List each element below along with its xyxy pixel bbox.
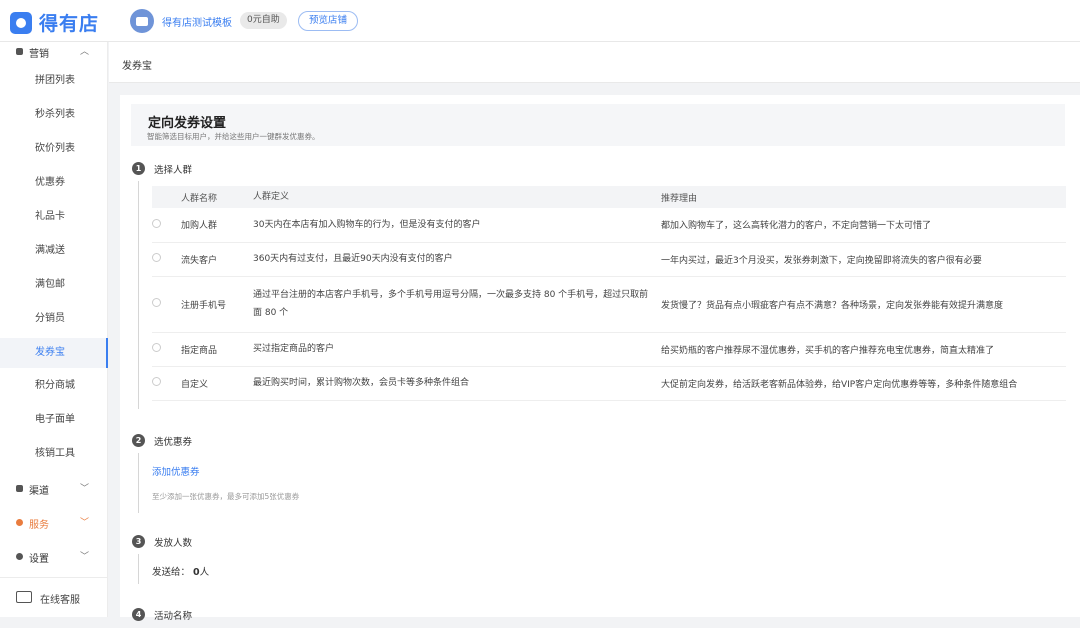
sidebar-item-free-shipping[interactable]: 满包邮 <box>0 272 108 298</box>
sidebar-group-label: 营销 <box>29 49 49 60</box>
table-header-select <box>152 186 178 208</box>
audience-radio[interactable] <box>152 377 161 386</box>
chevron-down-icon: ﹀ <box>80 484 90 494</box>
sidebar-item-flash-sale[interactable]: 秒杀列表 <box>0 102 108 128</box>
table-row[interactable]: 自定义 最近购买时间，累计购物次数，会员卡等多种条件组合 大促前定向发券，给活跃… <box>152 366 1066 401</box>
audience-definition: 买过指定商品的客户 <box>253 332 658 367</box>
table-row[interactable]: 指定商品 买过指定商品的客户 给买奶瓶的客户推荐尿不湿优惠券，买手机的客户推荐充… <box>152 332 1066 367</box>
step-2-label: 选优惠券 <box>154 437 193 448</box>
store-avatar[interactable] <box>130 9 154 33</box>
table-row[interactable]: 注册手机号 通过平台注册的本店客户手机号，多个手机号用逗号分隔，一次最多支持 8… <box>152 276 1066 333</box>
sidebar-item-group-buy[interactable]: 拼团列表 <box>0 68 108 94</box>
chat-icon <box>16 591 32 603</box>
breadcrumb: 发券宝 <box>122 61 152 72</box>
plan-badge: 0元自助 <box>240 12 287 29</box>
table-header-definition: 人群定义 <box>253 186 658 208</box>
audience-radio[interactable] <box>152 298 161 307</box>
table-row[interactable]: 流失客户 360天内有过支付，且最近90天内没有支付的客户 一年内买过，最近3个… <box>152 242 1066 277</box>
audience-reason: 大促前定向发券，给活跃老客新品体验券，给VIP客户定向优惠券等等，多种条件随意组… <box>658 366 1066 401</box>
sidebar-item-gift-card[interactable]: 礼品卡 <box>0 204 108 230</box>
heart-icon <box>16 519 23 526</box>
step-connector <box>138 181 139 409</box>
step-3-marker: 3 <box>132 535 152 555</box>
add-coupon-link[interactable]: 添加优惠券 <box>152 464 200 478</box>
audience-definition: 30天内在本店有加入购物车的行为，但是没有支付的客户 <box>253 208 658 243</box>
audience-definition: 通过平台注册的本店客户手机号，多个手机号用逗号分隔，一次最多支持 80 个手机号… <box>253 276 658 333</box>
audience-name: 注册手机号 <box>178 276 253 333</box>
send-prefix: 发送给： <box>152 567 191 578</box>
sidebar-item-verify-tool[interactable]: 核销工具 <box>0 441 108 467</box>
audience-definition: 360天内有过支付，且最近90天内没有支付的客户 <box>253 242 658 277</box>
online-support-button[interactable]: 在线客服 <box>0 577 108 617</box>
page-title: 定向发券设置 <box>148 116 227 131</box>
step-connector <box>138 453 139 513</box>
step-3-label: 发放人数 <box>154 538 193 549</box>
table-row[interactable]: 加购人群 30天内在本店有加入购物车的行为，但是没有支付的客户 都加入购物车了，… <box>152 208 1066 243</box>
panel-header: 定向发券设置 智能筛选目标用户，并给这些用户一键群发优惠券。 <box>131 104 1065 146</box>
table-header-row: 人群名称 人群定义 推荐理由 <box>152 186 1066 208</box>
coupon-hint: 至少添加一张优惠券，最多可添加5张优惠券 <box>152 492 300 501</box>
logo-text: 得有店 <box>39 13 100 35</box>
sidebar-group-settings[interactable]: 设置 ﹀ <box>0 547 108 567</box>
step-number: 1 <box>132 162 145 175</box>
gear-icon <box>16 553 23 560</box>
audience-table: 人群名称 人群定义 推荐理由 加购人群 30天内在本店有加入购物车的行为，但是没… <box>152 186 1066 401</box>
breadcrumb-bar: 发券宝 <box>109 42 1080 83</box>
chevron-down-icon: ﹀ <box>80 552 90 562</box>
sidebar-group-marketing[interactable]: 营销 ︿ <box>0 42 108 62</box>
online-support-label: 在线客服 <box>40 595 80 606</box>
audience-radio[interactable] <box>152 253 161 262</box>
sidebar-group-label: 服务 <box>29 520 49 531</box>
table-header-name: 人群名称 <box>178 186 253 208</box>
step-number: 4 <box>132 608 145 621</box>
table-header-reason: 推荐理由 <box>658 186 1066 208</box>
logo-icon <box>10 11 32 34</box>
audience-reason: 一年内买过，最近3个月没买，发张券刺激下，定向挽留即将流失的客户很有必要 <box>658 242 1066 277</box>
sidebar-item-bargain[interactable]: 砍价列表 <box>0 136 108 162</box>
step-4-label: 活动名称 <box>154 611 193 622</box>
step-number: 3 <box>132 535 145 548</box>
sidebar-item-e-waybill[interactable]: 电子面单 <box>0 407 108 433</box>
sidebar-item-distributor[interactable]: 分销员 <box>0 306 108 332</box>
audience-reason: 给买奶瓶的客户推荐尿不湿优惠券，买手机的客户推荐充电宝优惠券，简直太精准了 <box>658 332 1066 367</box>
step-2-marker: 2 <box>132 434 152 454</box>
audience-name: 流失客户 <box>178 242 253 277</box>
sidebar-group-service[interactable]: 服务 ﹀ <box>0 513 108 533</box>
audience-radio[interactable] <box>152 343 161 352</box>
sidebar-group-channel[interactable]: 渠道 ﹀ <box>0 479 108 499</box>
send-count-line: 发送给： 0人 <box>152 564 209 578</box>
audience-reason: 都加入购物车了，这么高转化潜力的客户，不定向营销一下太可惜了 <box>658 208 1066 243</box>
step-connector <box>138 554 139 584</box>
page-subtitle: 智能筛选目标用户，并给这些用户一键群发优惠券。 <box>147 132 320 141</box>
audience-definition: 最近购买时间，累计购物次数，会员卡等多种条件组合 <box>253 366 658 401</box>
sidebar-item-coupon-sender[interactable]: 发券宝 <box>0 338 108 368</box>
step-number: 2 <box>132 434 145 447</box>
sidebar-item-discount[interactable]: 满减送 <box>0 238 108 264</box>
store-icon <box>136 16 148 26</box>
sidebar-group-label: 设置 <box>29 554 49 565</box>
audience-reason: 发货慢了？货品有点小瑕疵客户有点不满意？各种场景，定向发张券能有效提升满意度 <box>658 276 1066 333</box>
send-count: 0 <box>193 567 200 578</box>
send-unit: 人 <box>199 567 210 578</box>
sidebar: 营销 ︿ 拼团列表 秒杀列表 砍价列表 优惠券 礼品卡 满减送 满包邮 分销员 … <box>0 42 108 617</box>
audience-name: 指定商品 <box>178 332 253 367</box>
logo[interactable]: 得有店 <box>10 9 99 36</box>
chart-icon <box>16 48 23 55</box>
sidebar-item-coupons[interactable]: 优惠券 <box>0 170 108 196</box>
audience-name: 自定义 <box>178 366 253 401</box>
preview-store-button[interactable]: 预览店铺 <box>298 11 359 31</box>
audience-radio[interactable] <box>152 218 161 228</box>
step-1-marker: 1 <box>132 162 152 182</box>
sidebar-group-label: 渠道 <box>29 486 49 497</box>
step-4-marker: 4 <box>132 608 152 628</box>
sidebar-item-points-mall[interactable]: 积分商城 <box>0 373 108 399</box>
chevron-down-icon: ﹀ <box>80 518 90 528</box>
step-1-label: 选择人群 <box>154 165 193 176</box>
store-name[interactable]: 得有店测试模板 <box>162 14 232 29</box>
database-icon <box>16 485 23 492</box>
chevron-up-icon: ︿ <box>80 47 90 57</box>
top-bar: 得有店 得有店测试模板 0元自助 预览店铺 <box>0 0 1080 42</box>
audience-name: 加购人群 <box>178 208 253 243</box>
main-content: 定向发券设置 智能筛选目标用户，并给这些用户一键群发优惠券。 1 选择人群 人群… <box>120 95 1080 622</box>
